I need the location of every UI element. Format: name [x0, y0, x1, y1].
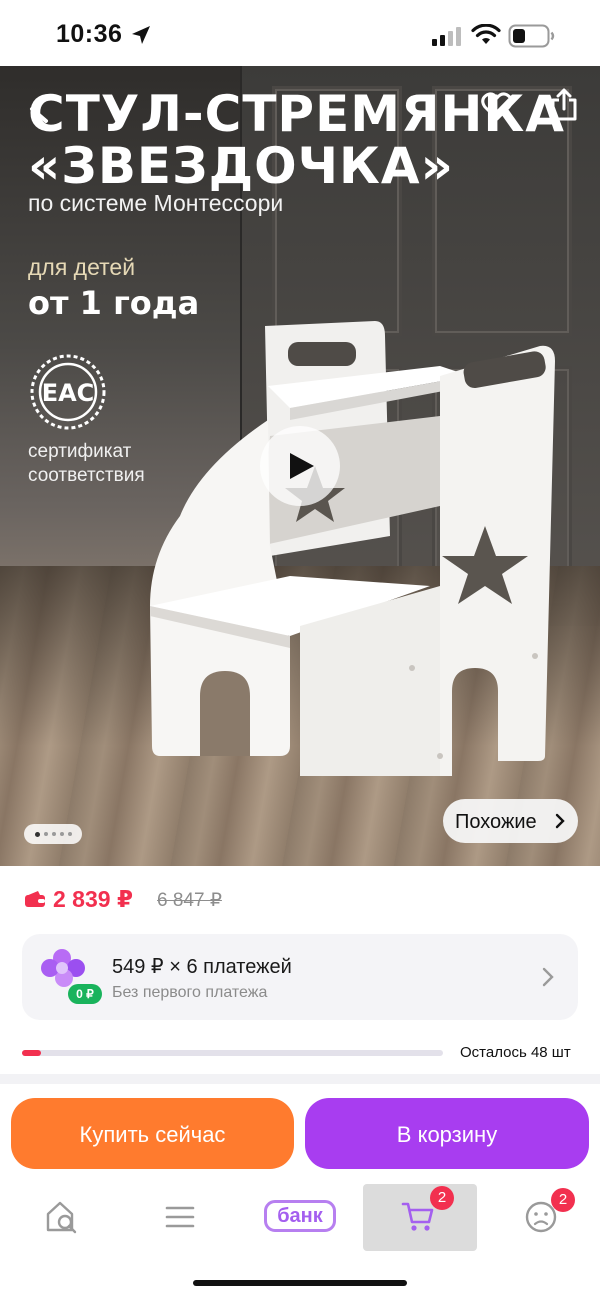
stock-remaining-label: Осталось 48 шт — [460, 1044, 571, 1061]
buy-now-button[interactable]: Купить сейчас — [11, 1098, 294, 1169]
tab-home[interactable] — [20, 1180, 104, 1250]
current-price: 2 839 ₽ — [53, 886, 133, 912]
cart-count-badge: 2 — [430, 1186, 454, 1210]
tab-profile[interactable]: 2 — [500, 1180, 584, 1250]
carousel-page-indicator — [24, 824, 82, 844]
profile-notification-badge: 2 — [551, 1188, 575, 1212]
tab-catalog[interactable] — [138, 1180, 222, 1250]
location-arrow-icon — [132, 26, 150, 44]
similar-products-label: Похожие — [455, 811, 537, 833]
tab-bank[interactable]: банк — [250, 1180, 350, 1250]
share-icon[interactable] — [550, 88, 578, 122]
stock-progress-bar — [22, 1050, 443, 1056]
buy-now-label: Купить сейчас — [79, 1122, 226, 1147]
bank-label: банк — [277, 1205, 323, 1227]
eac-certificate-seal-icon: EAC — [30, 354, 106, 430]
battery-icon — [508, 24, 555, 48]
cellular-signal-icon — [432, 27, 461, 46]
add-to-cart-label: В корзину — [396, 1122, 498, 1147]
wallet-icon — [25, 891, 45, 907]
chevron-right-icon — [542, 967, 554, 987]
hero-age-prefix: для детей — [28, 254, 136, 280]
installment-card[interactable]: 0 ₽ 549 ₽ × 6 платежей Без первого плате… — [22, 934, 578, 1020]
back-arrow-icon[interactable] — [26, 94, 52, 124]
eac-mark: EAC — [42, 379, 95, 407]
installment-icon-badge: 0 ₽ — [76, 987, 94, 1001]
status-bar: 10:36 — [0, 0, 600, 66]
chevron-right-icon — [555, 813, 565, 829]
home-search-icon — [46, 1201, 77, 1234]
section-divider — [0, 1074, 600, 1084]
hero-subtitle: по системе Монтессори — [28, 190, 284, 216]
hero-title-line2: «звездочка» — [28, 137, 454, 195]
bottom-tab-bar: банк 2 2 — [0, 1180, 600, 1260]
similar-products-button[interactable]: Похожие — [443, 799, 578, 843]
bank-logo: банк — [264, 1200, 336, 1232]
price-row: 2 839 ₽ 6 847 ₽ — [0, 866, 600, 930]
step-stool-illustration — [150, 321, 555, 776]
home-indicator — [193, 1280, 407, 1286]
installment-subtitle: Без первого платежа — [112, 984, 268, 1001]
installment-flower-icon: 0 ₽ — [41, 949, 102, 1004]
installment-title: 549 ₽ × 6 платежей — [112, 956, 292, 978]
status-time: 10:36 — [56, 20, 123, 48]
product-image-carousel[interactable]: стул-стремянка «звездочка» по системе Мо… — [0, 66, 600, 866]
favorite-heart-icon[interactable] — [481, 92, 513, 122]
menu-icon — [165, 1206, 195, 1228]
certificate-text: сертификат соответствия — [28, 441, 145, 486]
tab-cart[interactable]: 2 — [363, 1184, 477, 1251]
wifi-icon — [471, 24, 501, 44]
cart-icon — [401, 1202, 434, 1231]
old-price: 6 847 ₽ — [157, 890, 222, 911]
hero-age-value: от 1 года — [28, 284, 200, 322]
add-to-cart-button[interactable]: В корзину — [305, 1098, 589, 1169]
play-icon — [290, 453, 314, 479]
video-play-button[interactable] — [260, 426, 340, 506]
stock-progress-fill — [22, 1050, 41, 1056]
